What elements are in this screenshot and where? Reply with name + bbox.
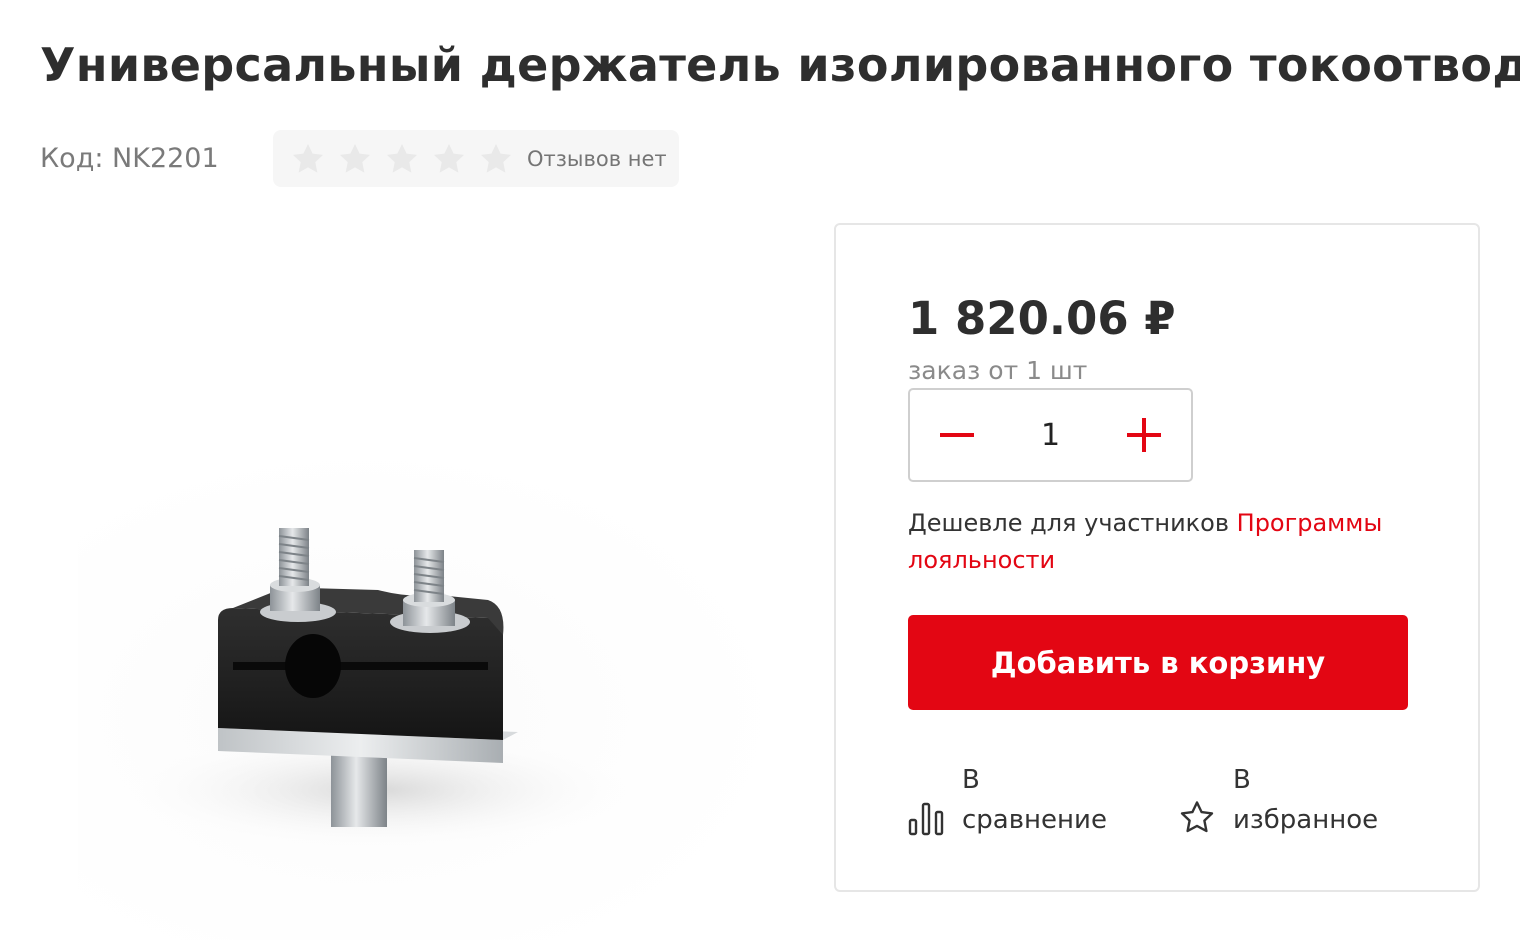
star-icon[interactable] bbox=[383, 140, 421, 178]
quantity-stepper bbox=[908, 388, 1193, 482]
compare-label: В сравнение bbox=[962, 760, 1107, 840]
rating-stars[interactable] bbox=[289, 140, 515, 178]
favorite-label: В избранное bbox=[1233, 760, 1378, 840]
star-icon[interactable] bbox=[336, 140, 374, 178]
bar-chart-icon bbox=[908, 802, 944, 836]
decrease-quantity-button[interactable] bbox=[910, 390, 1004, 480]
quantity-input[interactable] bbox=[1020, 417, 1081, 453]
add-to-compare-button[interactable]: В сравнение bbox=[908, 760, 1107, 840]
reviews-link[interactable]: Отзывов нет bbox=[527, 147, 667, 171]
favorite-label-line2: избранное bbox=[1233, 805, 1379, 835]
price: 1 820.06 ₽ bbox=[908, 292, 1176, 345]
buy-card: 1 820.06 ₽ заказ от 1 шт Дешевле для уча… bbox=[834, 223, 1480, 892]
star-icon[interactable] bbox=[289, 140, 327, 178]
product-code: Код: NK2201 bbox=[40, 143, 219, 174]
product-page: Универсальный держатель изолированного т… bbox=[0, 0, 1520, 950]
star-icon[interactable] bbox=[477, 140, 515, 178]
plus-icon bbox=[1127, 418, 1161, 452]
product-title: Универсальный держатель изолированного т… bbox=[40, 38, 1520, 92]
star-outline-icon bbox=[1180, 801, 1214, 833]
min-order-note: заказ от 1 шт bbox=[908, 356, 1088, 385]
loyalty-note: Дешевле для участников Программы лояльно… bbox=[908, 505, 1428, 579]
star-icon[interactable] bbox=[430, 140, 468, 178]
compare-label-line1: В bbox=[962, 765, 980, 795]
compare-label-line2: сравнение bbox=[962, 805, 1107, 835]
product-image[interactable] bbox=[78, 440, 793, 940]
product-photo bbox=[118, 528, 638, 850]
favorite-label-line1: В bbox=[1233, 765, 1251, 795]
rating-widget[interactable]: Отзывов нет bbox=[273, 130, 679, 187]
loyalty-text: Дешевле для участников bbox=[908, 509, 1237, 537]
minus-icon bbox=[940, 433, 974, 437]
add-to-cart-button[interactable]: Добавить в корзину bbox=[908, 615, 1408, 710]
increase-quantity-button[interactable] bbox=[1097, 390, 1191, 480]
add-to-favorites-button[interactable]: В избранное bbox=[1179, 760, 1378, 840]
